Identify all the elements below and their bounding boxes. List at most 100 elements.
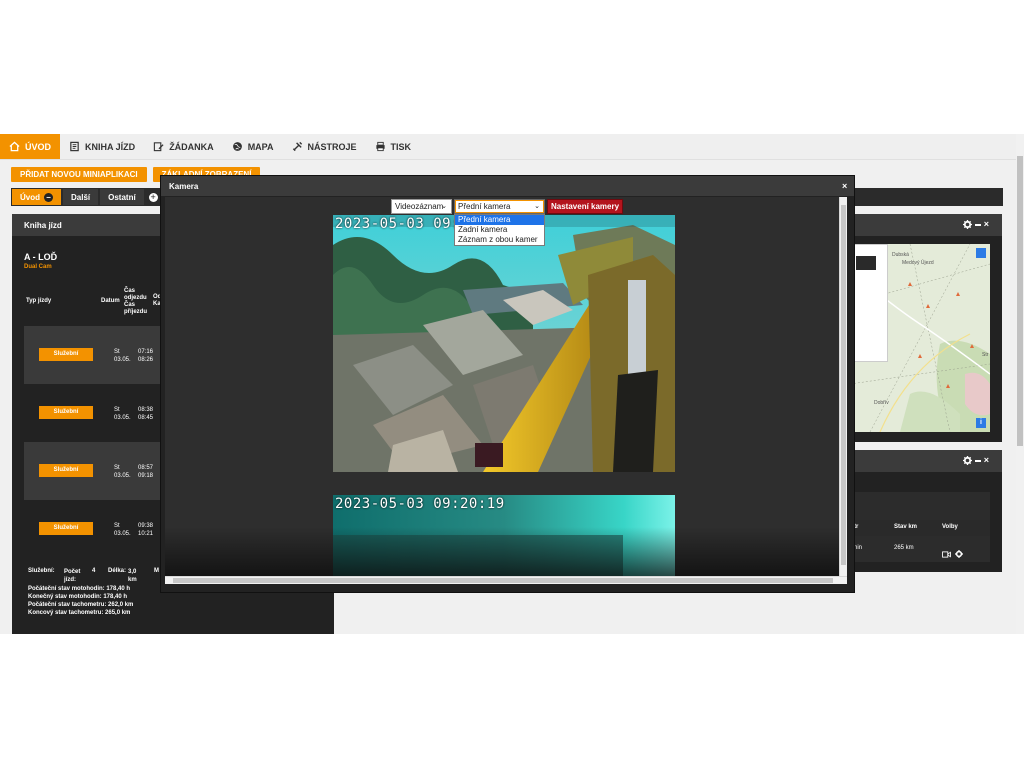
tab-label: Další xyxy=(71,192,91,202)
trip-date: St 03.05. xyxy=(114,407,131,421)
nav-item-zadanka[interactable]: ŽÁDANKA xyxy=(144,134,223,159)
trip-times: 08:38 08:45 xyxy=(138,407,154,421)
tab-label: Ostatní xyxy=(108,192,136,202)
book-icon xyxy=(69,141,80,152)
video-camera-icon[interactable] xyxy=(942,545,951,563)
video-timestamp: 2023-05-03 09:20:19 xyxy=(335,496,505,512)
col-header: Stav km xyxy=(894,524,918,530)
remove-tab-icon[interactable]: − xyxy=(44,192,53,202)
info-icon[interactable]: i xyxy=(976,418,986,428)
nav-item-kniha-jizd[interactable]: KNIHA JÍZD xyxy=(60,134,144,159)
trip-times: 07:16 08:26 xyxy=(138,349,154,363)
minimize-icon[interactable] xyxy=(974,459,981,462)
trip-duration: nin xyxy=(854,545,863,551)
dialog-title-text: Kamera xyxy=(169,182,199,191)
nav-label: ŽÁDANKA xyxy=(169,141,214,152)
tab-dalsi[interactable]: Další xyxy=(63,189,99,205)
nav-item-tisk[interactable]: TISK xyxy=(366,134,421,159)
camera-settings-button[interactable]: Nastavení kamery xyxy=(547,199,624,214)
print-icon xyxy=(375,141,386,152)
tab-ostatni[interactable]: Ostatní xyxy=(100,189,144,205)
camera-option-front[interactable]: Přední kamera xyxy=(455,215,544,225)
summary-extra: M xyxy=(154,568,159,574)
trip-times: 08:57 09:18 xyxy=(138,465,154,479)
map-label: Str xyxy=(982,352,989,358)
summary-count: 4 xyxy=(92,568,96,574)
viewport: ÚVOD KNIHA JÍZD ŽÁDANKA MAPA NÁSTROJE TI… xyxy=(0,0,1024,768)
close-icon[interactable]: × xyxy=(842,182,850,191)
camera-dropdown: Přední kamera Zadní kamera Záznam z obou… xyxy=(454,214,545,246)
map-widget-header: × xyxy=(850,214,1002,236)
nav-item-uvod[interactable]: ÚVOD xyxy=(0,134,61,159)
minimize-icon[interactable] xyxy=(974,223,981,226)
front-camera-video[interactable]: 2023-05-03 09: xyxy=(333,215,675,472)
summary-length-label: Délka: xyxy=(108,568,127,574)
add-widget-button[interactable]: PŘIDAT NOVOU MINIAPLIKACI xyxy=(11,167,147,182)
summary-line: Konečný stav motohodin: 178,40 h xyxy=(28,594,128,600)
dialog-title: Kamera × xyxy=(161,176,854,196)
map-view[interactable]: Dubská Medový Újezd Dobřív Str i xyxy=(850,244,990,432)
gear-icon[interactable] xyxy=(962,456,972,465)
rear-camera-video[interactable]: 2023-05-03 09:20:19 xyxy=(333,495,675,584)
trips-widget: × tr Stav km Volby nin 265 km xyxy=(850,450,1002,572)
summary-length: 3,0 km xyxy=(128,569,137,583)
vehicle-name: A - LOĎ xyxy=(24,252,58,262)
map-label: Dobřív xyxy=(874,400,889,406)
tools-icon xyxy=(292,141,303,152)
trip-date: St 03.05. xyxy=(114,523,131,537)
home-icon xyxy=(9,141,20,152)
gear-icon[interactable] xyxy=(962,220,972,229)
tab-uvod[interactable]: Úvod − xyxy=(12,189,61,205)
summary-line: Počáteční stav tachometru: 262,0 km xyxy=(28,602,134,608)
camera-select[interactable]: Přední kamera ⌄ xyxy=(454,199,545,214)
chevron-down-icon: ⌄ xyxy=(534,203,540,210)
map-label: Medový Újezd xyxy=(902,260,934,266)
nav-label: NÁSTROJE xyxy=(307,141,357,152)
camera-option-both[interactable]: Záznam z obou kamer xyxy=(455,235,544,245)
trip-date: St 03.05. xyxy=(114,465,131,479)
nav-label: TISK xyxy=(390,141,412,152)
add-tab-icon[interactable]: + xyxy=(148,192,158,202)
globe-icon xyxy=(232,141,243,152)
col-header-times: Čas odjezdu Čas příjezdu xyxy=(124,288,148,315)
col-header-type: Typ jízdy xyxy=(26,298,52,304)
map-widget: × Dubská Medový Újezd Dobřív Str i xyxy=(850,214,1002,442)
trip-type-button[interactable]: Služební xyxy=(39,522,93,535)
summary-count-label: Počet jízd: xyxy=(64,569,81,583)
fullscreen-icon[interactable] xyxy=(976,248,986,258)
nav-label: MAPA xyxy=(247,141,274,152)
summary-line: Koncový stav tachometru: 265,0 km xyxy=(28,610,131,616)
edit-form-icon xyxy=(153,141,164,152)
page-scrollbar[interactable] xyxy=(1016,134,1024,634)
map-label: Dubská xyxy=(892,252,909,258)
map-popup-button[interactable] xyxy=(856,256,876,270)
dialog-vertical-scrollbar[interactable] xyxy=(839,197,847,584)
nav-item-nastroje[interactable]: NÁSTROJE xyxy=(283,134,366,159)
mode-select[interactable]: Videozáznam ⌄ xyxy=(391,199,452,214)
gear-icon[interactable] xyxy=(955,545,963,563)
trip-type-button[interactable]: Služební xyxy=(39,406,93,419)
summary-line: Počáteční stav motohodin: 178,40 h xyxy=(28,586,131,592)
camera-option-rear[interactable]: Zadní kamera xyxy=(455,225,544,235)
main-nav: ÚVOD KNIHA JÍZD ŽÁDANKA MAPA NÁSTROJE TI… xyxy=(0,134,1024,160)
col-header-date: Datum xyxy=(101,298,120,304)
trips-table-header: tr Stav km Volby xyxy=(850,520,990,536)
camera-dialog: Kamera × Videozáznam ⌄ Přední kamera ⌄ N… xyxy=(160,175,855,593)
dialog-horizontal-scrollbar[interactable] xyxy=(165,576,847,584)
trip-km: 265 km xyxy=(894,545,914,551)
trip-type-button[interactable]: Služební xyxy=(39,348,93,361)
trip-times: 09:38 10:21 xyxy=(138,523,154,537)
close-icon[interactable]: × xyxy=(984,220,989,229)
summary-type: Služební: xyxy=(28,568,55,574)
trip-date: St 03.05. xyxy=(114,349,131,363)
dialog-body: Videozáznam ⌄ Přední kamera ⌄ Nastavení … xyxy=(165,197,847,584)
widget-controls: × xyxy=(962,456,989,465)
col-header: Volby xyxy=(942,524,958,530)
vehicle-device: Dual Cam xyxy=(24,264,52,270)
close-icon[interactable]: × xyxy=(984,456,989,465)
trips-widget-header: × xyxy=(850,450,1002,472)
video-timestamp: 2023-05-03 09: xyxy=(335,216,461,232)
trip-type-button[interactable]: Služební xyxy=(39,464,93,477)
nav-item-mapa[interactable]: MAPA xyxy=(223,134,283,159)
nav-label: KNIHA JÍZD xyxy=(85,141,136,152)
